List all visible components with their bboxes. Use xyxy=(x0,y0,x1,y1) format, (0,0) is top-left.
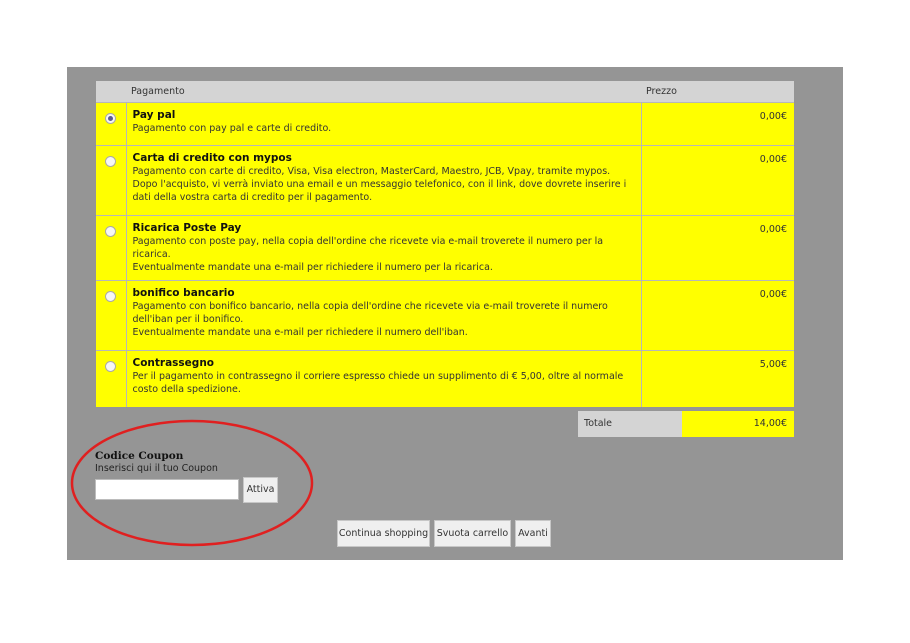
method-name: bonifico bancario xyxy=(132,287,235,299)
paypal-radio[interactable] xyxy=(105,113,117,124)
radio-cell xyxy=(96,215,127,281)
header-payment: Pagamento xyxy=(126,81,641,103)
mypos-radio[interactable] xyxy=(105,156,117,167)
radio-cell xyxy=(96,350,127,407)
method-price: 0,00€ xyxy=(641,215,794,281)
method-description: Per il pagamento in contrassegno il corr… xyxy=(132,371,624,395)
radio-cell xyxy=(96,102,127,146)
method-description-cell: Ricarica Poste Pay Pagamento con poste p… xyxy=(126,215,642,281)
payment-row-postepay[interactable]: Ricarica Poste Pay Pagamento con poste p… xyxy=(96,215,794,281)
table-header-row: Pagamento Prezzo xyxy=(96,81,794,103)
method-description-cell: Carta di credito con mypos Pagamento con… xyxy=(126,145,642,216)
radio-cell xyxy=(96,145,127,216)
method-name: Carta di credito con mypos xyxy=(132,152,292,164)
method-description: Pagamento con carte di credito, Visa, Vi… xyxy=(132,166,627,203)
header-price: Prezzo xyxy=(641,81,794,103)
method-description: Pagamento con bonifico bancario, nella c… xyxy=(132,301,608,338)
coupon-hint: Inserisci qui il tuo Coupon xyxy=(95,463,218,474)
radio-cell xyxy=(96,280,127,351)
activate-coupon-button[interactable]: Attiva xyxy=(243,477,278,503)
header-radio-spacer xyxy=(96,81,126,103)
total-label: Totale xyxy=(578,411,682,437)
method-name: Contrassegno xyxy=(132,357,215,369)
empty-cart-button[interactable]: Svuota carrello xyxy=(434,520,511,547)
next-button[interactable]: Avanti xyxy=(515,520,551,547)
coupon-title: Codice Coupon xyxy=(95,450,184,462)
coupon-section: Codice Coupon Inserisci qui il tuo Coupo… xyxy=(95,450,285,474)
method-price: 5,00€ xyxy=(641,350,794,407)
method-description-cell: Pay pal Pagamento con pay pal e carte di… xyxy=(126,102,642,146)
bonifico-radio[interactable] xyxy=(105,291,117,302)
continue-shopping-button[interactable]: Continua shopping xyxy=(337,520,430,547)
coupon-input[interactable] xyxy=(95,479,239,500)
method-price: 0,00€ xyxy=(641,145,794,216)
payment-row-mypos[interactable]: Carta di credito con mypos Pagamento con… xyxy=(96,145,794,216)
payment-methods-table: Pagamento Prezzo Pay pal Pagamento con p… xyxy=(96,81,794,407)
method-price: 0,00€ xyxy=(641,102,794,146)
payment-row-contrassegno[interactable]: Contrassegno Per il pagamento in contras… xyxy=(96,350,794,407)
payment-row-paypal[interactable]: Pay pal Pagamento con pay pal e carte di… xyxy=(96,102,794,146)
method-name: Pay pal xyxy=(132,109,176,121)
postepay-radio[interactable] xyxy=(105,226,117,237)
method-description-cell: Contrassegno Per il pagamento in contras… xyxy=(126,350,642,407)
contrassegno-radio[interactable] xyxy=(105,361,117,372)
method-description-cell: bonifico bancario Pagamento con bonifico… xyxy=(126,280,642,351)
payment-row-bonifico[interactable]: bonifico bancario Pagamento con bonifico… xyxy=(96,280,794,351)
method-description: Pagamento con pay pal e carte di credito… xyxy=(132,123,332,134)
method-price: 0,00€ xyxy=(641,280,794,351)
method-name: Ricarica Poste Pay xyxy=(132,222,242,234)
method-description: Pagamento con poste pay, nella copia del… xyxy=(132,236,604,273)
total-value: 14,00€ xyxy=(682,411,794,437)
total-box: Totale 14,00€ xyxy=(578,411,794,437)
